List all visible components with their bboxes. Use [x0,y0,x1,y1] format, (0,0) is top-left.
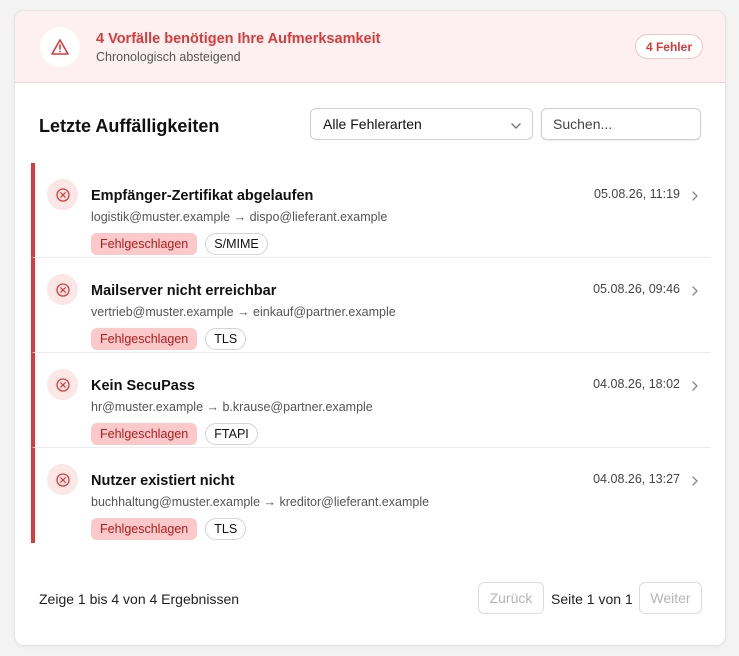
banner-title: 4 Vorfälle benötigen Ihre Aufmerksamkeit [96,31,381,47]
search-input[interactable] [541,108,701,140]
error-count-badge: 4 Fehler [634,34,703,59]
status-badge: Fehlgeschlagen [91,423,198,445]
previous-page-button[interactable]: Zurück [478,582,544,614]
incident-time: 04.08.26, 13:27 [593,472,680,486]
error-circle-icon [47,464,78,495]
error-circle-icon [47,274,78,305]
warning-triangle-icon [40,27,80,67]
protocol-badge: TLS [205,328,247,350]
incident-row[interactable]: Empfänger-Zertifikat abgelaufen logistik… [31,163,711,258]
chevron-down-icon [510,119,522,135]
incident-time: 05.08.26, 09:46 [593,282,680,296]
status-badge: Fehlgeschlagen [91,328,198,350]
error-type-select-value: Alle Fehlerarten [323,116,422,132]
chevron-right-icon[interactable] [689,284,701,302]
protocol-badge: TLS [205,518,247,540]
incident-row[interactable]: Kein SecuPass hr@muster.example → b.krau… [31,353,711,448]
incident-title: Mailserver nicht erreichbar [91,283,277,299]
incident-title: Kein SecuPass [91,378,195,394]
incidents-card: 4 Vorfälle benötigen Ihre Aufmerksamkeit… [14,10,726,646]
incident-tags: Fehlgeschlagen TLS [91,328,247,350]
incident-list: Empfänger-Zertifikat abgelaufen logistik… [31,163,711,543]
incident-row[interactable]: Mailserver nicht erreichbar vertrieb@mus… [31,258,711,353]
page-indicator: Seite 1 von 1 [551,591,633,607]
error-circle-icon [47,179,78,210]
incident-route: logistik@muster.example → dispo@lieferan… [91,210,388,224]
chevron-right-icon[interactable] [689,474,701,492]
protocol-badge: FTAPI [205,423,258,445]
banner-subtitle: Chronologisch absteigend [96,50,241,64]
error-type-select[interactable]: Alle Fehlerarten [310,108,533,140]
chevron-right-icon[interactable] [689,189,701,207]
alert-banner: 4 Vorfälle benötigen Ihre Aufmerksamkeit… [15,11,725,83]
protocol-badge: S/MIME [205,233,268,255]
incident-row[interactable]: Nutzer existiert nicht buchhaltung@muste… [31,448,711,543]
incident-tags: Fehlgeschlagen S/MIME [91,233,268,255]
section-title: Letzte Auffälligkeiten [39,116,220,136]
chevron-right-icon[interactable] [689,379,701,397]
incident-route: buchhaltung@muster.example → kreditor@li… [91,495,430,509]
incident-route: vertrieb@muster.example → einkauf@partne… [91,305,396,319]
incident-tags: Fehlgeschlagen TLS [91,518,247,540]
incident-title: Empfänger-Zertifikat abgelaufen [91,188,314,204]
incident-route: hr@muster.example → b.krause@partner.exa… [91,400,373,414]
incident-title: Nutzer existiert nicht [91,473,235,489]
incident-time: 05.08.26, 11:19 [594,187,680,201]
status-badge: Fehlgeschlagen [91,233,198,255]
incident-tags: Fehlgeschlagen FTAPI [91,423,258,445]
results-summary: Zeige 1 bis 4 von 4 Ergebnissen [39,591,240,607]
error-circle-icon [47,369,78,400]
incident-time: 04.08.26, 18:02 [593,377,680,391]
status-badge: Fehlgeschlagen [91,518,198,540]
next-page-button[interactable]: Weiter [639,582,702,614]
